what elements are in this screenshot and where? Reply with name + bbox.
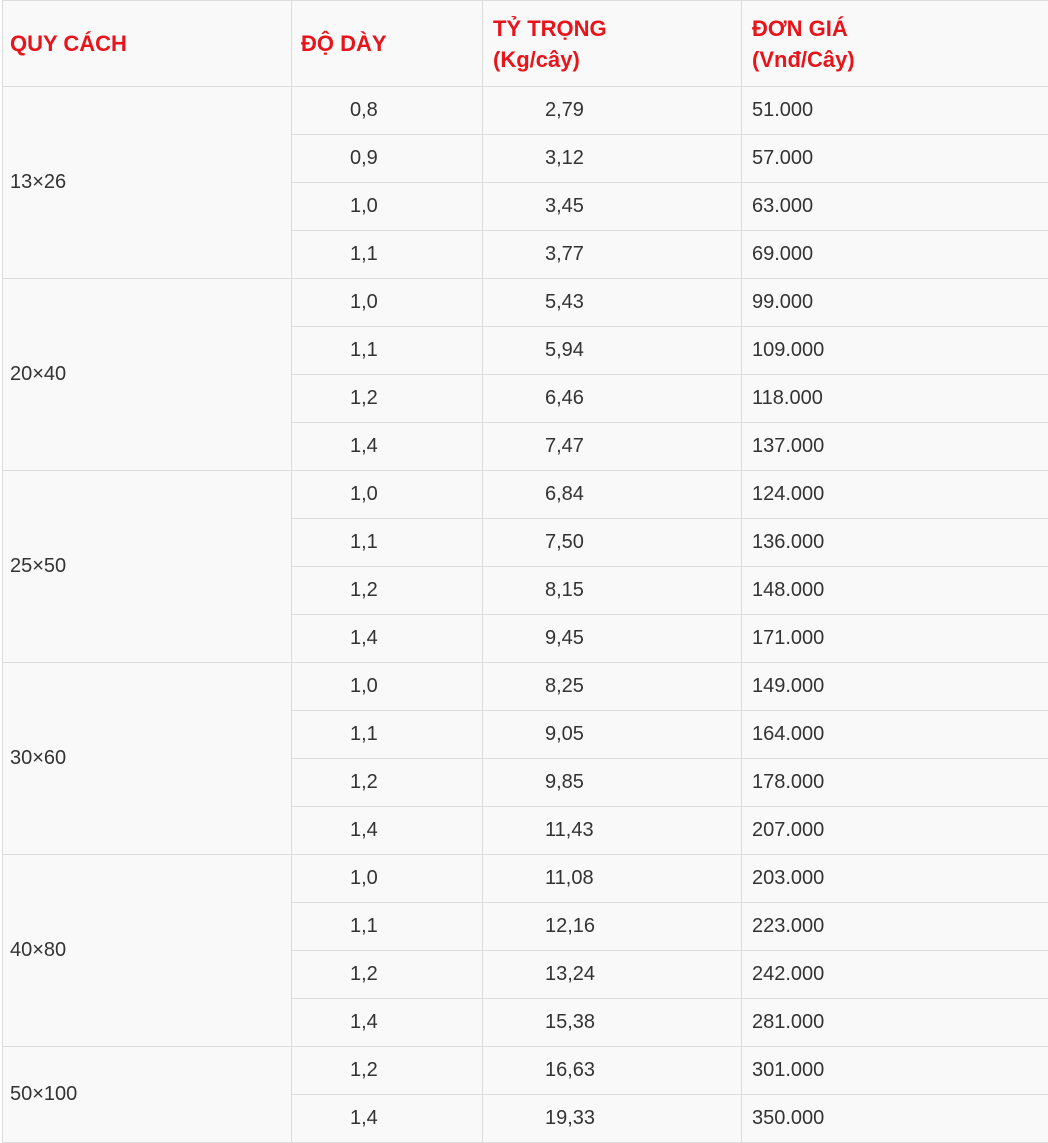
header-weight-line2: (Kg/cây) bbox=[493, 44, 741, 75]
price-cell: 171.000 bbox=[742, 615, 1048, 663]
table-row: 25×501,06,84124.000 bbox=[3, 471, 1048, 519]
price-cell: 57.000 bbox=[742, 135, 1048, 183]
thickness-cell: 1,2 bbox=[292, 375, 483, 423]
header-thickness: ĐỘ DÀY bbox=[292, 1, 483, 87]
thickness-cell: 1,4 bbox=[292, 807, 483, 855]
thickness-cell: 1,0 bbox=[292, 183, 483, 231]
weight-cell: 3,45 bbox=[483, 183, 742, 231]
header-spec-label: QUY CÁCH bbox=[3, 28, 291, 59]
weight-cell: 16,63 bbox=[483, 1047, 742, 1095]
thickness-cell: 1,0 bbox=[292, 471, 483, 519]
header-weight-line1: TỶ TRỌNG bbox=[493, 13, 741, 44]
thickness-cell: 1,1 bbox=[292, 327, 483, 375]
weight-cell: 5,43 bbox=[483, 279, 742, 327]
spec-cell: 40×80 bbox=[3, 855, 292, 1047]
thickness-cell: 0,9 bbox=[292, 135, 483, 183]
price-cell: 137.000 bbox=[742, 423, 1048, 471]
thickness-cell: 1,2 bbox=[292, 759, 483, 807]
thickness-cell: 1,1 bbox=[292, 231, 483, 279]
thickness-cell: 0,8 bbox=[292, 87, 483, 135]
weight-cell: 6,46 bbox=[483, 375, 742, 423]
price-cell: 223.000 bbox=[742, 903, 1048, 951]
thickness-cell: 1,4 bbox=[292, 615, 483, 663]
table-row: 50×1001,216,63301.000 bbox=[3, 1047, 1048, 1095]
price-table: QUY CÁCH ĐỘ DÀY TỶ TRỌNG (Kg/cây) ĐƠN GI… bbox=[2, 0, 1048, 1143]
price-cell: 69.000 bbox=[742, 231, 1048, 279]
table-row: 20×401,05,4399.000 bbox=[3, 279, 1048, 327]
thickness-cell: 1,1 bbox=[292, 519, 483, 567]
price-cell: 149.000 bbox=[742, 663, 1048, 711]
spec-cell: 20×40 bbox=[3, 279, 292, 471]
header-thickness-label: ĐỘ DÀY bbox=[292, 28, 482, 59]
weight-cell: 8,25 bbox=[483, 663, 742, 711]
price-cell: 281.000 bbox=[742, 999, 1048, 1047]
weight-cell: 15,38 bbox=[483, 999, 742, 1047]
spec-cell: 50×100 bbox=[3, 1047, 292, 1143]
weight-cell: 2,79 bbox=[483, 87, 742, 135]
thickness-cell: 1,2 bbox=[292, 1047, 483, 1095]
weight-cell: 11,08 bbox=[483, 855, 742, 903]
price-cell: 124.000 bbox=[742, 471, 1048, 519]
price-cell: 207.000 bbox=[742, 807, 1048, 855]
price-cell: 136.000 bbox=[742, 519, 1048, 567]
table-header-row: QUY CÁCH ĐỘ DÀY TỶ TRỌNG (Kg/cây) ĐƠN GI… bbox=[3, 1, 1048, 87]
weight-cell: 3,77 bbox=[483, 231, 742, 279]
price-cell: 301.000 bbox=[742, 1047, 1048, 1095]
price-cell: 178.000 bbox=[742, 759, 1048, 807]
thickness-cell: 1,0 bbox=[292, 855, 483, 903]
thickness-cell: 1,2 bbox=[292, 567, 483, 615]
thickness-cell: 1,0 bbox=[292, 279, 483, 327]
thickness-cell: 1,1 bbox=[292, 711, 483, 759]
price-cell: 109.000 bbox=[742, 327, 1048, 375]
spec-cell: 30×60 bbox=[3, 663, 292, 855]
weight-cell: 9,85 bbox=[483, 759, 742, 807]
weight-cell: 9,05 bbox=[483, 711, 742, 759]
weight-cell: 7,47 bbox=[483, 423, 742, 471]
weight-cell: 19,33 bbox=[483, 1095, 742, 1143]
thickness-cell: 1,4 bbox=[292, 423, 483, 471]
price-cell: 242.000 bbox=[742, 951, 1048, 999]
weight-cell: 8,15 bbox=[483, 567, 742, 615]
thickness-cell: 1,4 bbox=[292, 1095, 483, 1143]
weight-cell: 7,50 bbox=[483, 519, 742, 567]
header-weight: TỶ TRỌNG (Kg/cây) bbox=[483, 1, 742, 87]
weight-cell: 11,43 bbox=[483, 807, 742, 855]
table-row: 30×601,08,25149.000 bbox=[3, 663, 1048, 711]
spec-cell: 25×50 bbox=[3, 471, 292, 663]
weight-cell: 13,24 bbox=[483, 951, 742, 999]
spec-cell: 13×26 bbox=[3, 87, 292, 279]
price-cell: 99.000 bbox=[742, 279, 1048, 327]
header-price-line2: (Vnđ/Cây) bbox=[752, 44, 1048, 75]
thickness-cell: 1,4 bbox=[292, 999, 483, 1047]
header-price: ĐƠN GIÁ (Vnđ/Cây) bbox=[742, 1, 1048, 87]
header-price-line1: ĐƠN GIÁ bbox=[752, 13, 1048, 44]
price-cell: 203.000 bbox=[742, 855, 1048, 903]
price-cell: 350.000 bbox=[742, 1095, 1048, 1143]
thickness-cell: 1,0 bbox=[292, 663, 483, 711]
price-cell: 164.000 bbox=[742, 711, 1048, 759]
table-row: 13×260,82,7951.000 bbox=[3, 87, 1048, 135]
table-body: 13×260,82,7951.0000,93,1257.0001,03,4563… bbox=[3, 87, 1048, 1143]
table-row: 40×801,011,08203.000 bbox=[3, 855, 1048, 903]
header-spec: QUY CÁCH bbox=[3, 1, 292, 87]
weight-cell: 3,12 bbox=[483, 135, 742, 183]
price-cell: 148.000 bbox=[742, 567, 1048, 615]
price-cell: 118.000 bbox=[742, 375, 1048, 423]
thickness-cell: 1,2 bbox=[292, 951, 483, 999]
weight-cell: 5,94 bbox=[483, 327, 742, 375]
price-cell: 51.000 bbox=[742, 87, 1048, 135]
weight-cell: 12,16 bbox=[483, 903, 742, 951]
weight-cell: 6,84 bbox=[483, 471, 742, 519]
thickness-cell: 1,1 bbox=[292, 903, 483, 951]
price-cell: 63.000 bbox=[742, 183, 1048, 231]
weight-cell: 9,45 bbox=[483, 615, 742, 663]
